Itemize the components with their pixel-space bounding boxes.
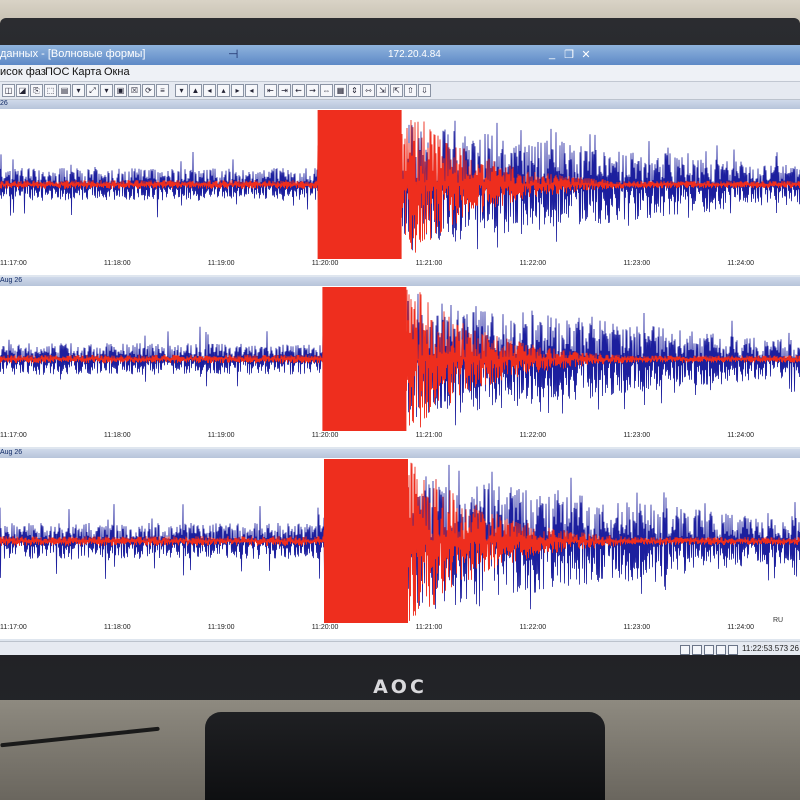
waveform-panel[interactable]: Aug 26 11:17:00 11:18:00 11:19:00 11:20:00 11… bbox=[0, 449, 800, 639]
time-tick-label: 11:22:00 bbox=[519, 432, 547, 439]
seismogram-trace[interactable] bbox=[0, 287, 800, 431]
toolbar-fit-start-button[interactable]: ⇤ bbox=[264, 84, 277, 97]
toolbar-left-button[interactable]: ◂ bbox=[203, 84, 216, 97]
tray-volume-icon[interactable] bbox=[692, 645, 702, 655]
time-tick-label: 11:22:00 bbox=[519, 260, 547, 267]
waveform-panel[interactable]: 26 11:17:00 11:18:00 11:19:00 11:20:00 11:21:… bbox=[0, 100, 800, 275]
toolbar-cursor-button[interactable]: ⇲ bbox=[376, 84, 389, 97]
time-tick-label: 11:17:00 bbox=[0, 624, 27, 631]
time-tick-label: 11:17:00 bbox=[0, 432, 27, 439]
panel-header[interactable]: Aug 26 bbox=[0, 277, 800, 286]
toolbar-delete-button[interactable]: ☒ bbox=[128, 84, 141, 97]
toolbar-shift-right-button[interactable]: ⇝ bbox=[306, 84, 319, 97]
saturated-arrival-block bbox=[322, 287, 407, 431]
time-tick-label: 11:18:00 bbox=[103, 624, 131, 631]
time-tick-label: 11:17:00 bbox=[0, 260, 27, 267]
toolbar-dropdown-button[interactable]: ▾ bbox=[72, 84, 85, 97]
restore-button[interactable]: ❐ bbox=[562, 48, 576, 61]
window-titlebar[interactable]: данных - [Волновые формы] ⊣ 172.20.4.84 … bbox=[0, 45, 800, 65]
remote-host-label: 172.20.4.84 bbox=[388, 49, 441, 60]
toolbar-frame-button[interactable]: ▣ bbox=[114, 84, 127, 97]
saturated-arrival-block bbox=[317, 110, 402, 259]
screen: данных - [Волновые формы] ⊣ 172.20.4.84 … bbox=[0, 45, 800, 655]
toolbar-raise-button[interactable]: ⇧ bbox=[404, 84, 417, 97]
time-axis: 11:17:00 11:18:00 11:19:00 11:20:00 11:21:00… bbox=[0, 260, 800, 274]
waveform-panel[interactable]: Aug 26 11:17:00 11:18:00 11:19:00 11:20:00 11… bbox=[0, 277, 800, 447]
toolbar-dropdown2-button[interactable]: ▾ bbox=[100, 84, 113, 97]
time-tick-label: 11:21:00 bbox=[415, 260, 443, 267]
menu-bar: исок фаз ПОС Карта Окна bbox=[0, 65, 800, 82]
time-tick-label: 11:24:00 bbox=[727, 432, 754, 439]
time-tick-label: 11:23:00 bbox=[623, 260, 651, 267]
pin-icon[interactable]: ⊣ bbox=[228, 47, 238, 61]
time-tick-label: 11:19:00 bbox=[207, 624, 235, 631]
toolbar-copy-button[interactable]: ⎘ bbox=[30, 84, 43, 97]
menu-pos[interactable]: ПОС bbox=[45, 66, 69, 78]
toolbar-up-button[interactable]: ▲ bbox=[189, 84, 202, 97]
time-tick-label: 11:23:00 bbox=[623, 624, 651, 631]
panel-channel-label: 26 bbox=[0, 100, 8, 107]
toolbar-lower-button[interactable]: ⇩ bbox=[418, 84, 431, 97]
panel-header[interactable]: Aug 26 bbox=[0, 449, 800, 458]
panel-header[interactable]: 26 bbox=[0, 100, 800, 109]
toolbar-print-button[interactable]: ◪ bbox=[16, 84, 29, 97]
toolbar-left-small-button[interactable]: ◂ bbox=[245, 84, 258, 97]
seismogram-trace[interactable] bbox=[0, 459, 800, 623]
toolbar-right-button[interactable]: ▸ bbox=[231, 84, 244, 97]
time-tick-label: 11:20:00 bbox=[311, 432, 339, 439]
toolbar-dropdown3-button[interactable]: ▾ bbox=[175, 84, 188, 97]
time-tick-label: 11:19:00 bbox=[207, 260, 235, 267]
time-tick-label: 11:19:00 bbox=[207, 432, 235, 439]
time-tick-label: 11:24:00 bbox=[727, 624, 754, 631]
toolbar-expand-button[interactable]: ⇔ bbox=[320, 84, 333, 97]
tray-network-icon[interactable] bbox=[680, 645, 690, 655]
time-tick-label: 11:22:00 bbox=[519, 624, 547, 631]
toolbar-select-button[interactable]: ⬚ bbox=[44, 84, 57, 97]
toolbar-list-button[interactable]: ≡ bbox=[156, 84, 169, 97]
minimize-button[interactable]: _ bbox=[545, 48, 559, 60]
toolbar: ◫ ◪ ⎘ ⬚ ▤ ▾ ⤢ ▾ ▣ ☒ ⟳ ≡ ▾ ▲ ◂ ▴ ▸ ◂ ⇤ ⇥ ⇜ ⇝ ⇔ ▦ ⇕ ⇿ ⇲ ⇱ ⇧ ⇩ bbox=[0, 82, 800, 100]
time-axis: 11:17:00 11:18:00 11:19:00 11:20:00 11:21:00… bbox=[0, 624, 800, 638]
status-bar: 11:22:53.573 26 bbox=[0, 641, 800, 655]
toolbar-grid-button[interactable]: ▦ bbox=[334, 84, 347, 97]
toolbar-stretch-button[interactable]: ⇕ bbox=[348, 84, 361, 97]
time-tick-label: 11:18:00 bbox=[103, 260, 131, 267]
tray-display-icon[interactable] bbox=[704, 645, 714, 655]
toolbar-zoom-button[interactable]: ⤢ bbox=[86, 84, 99, 97]
tray-flag-icon[interactable] bbox=[716, 645, 726, 655]
language-indicator[interactable]: RU bbox=[773, 617, 783, 624]
panel-channel-label: Aug 26 bbox=[0, 449, 23, 456]
time-axis: 11:17:00 11:18:00 11:19:00 11:20:00 11:21:00… bbox=[0, 432, 800, 446]
time-tick-label: 11:21:00 bbox=[415, 432, 443, 439]
seismogram-trace[interactable] bbox=[0, 110, 800, 259]
menu-windows[interactable]: Окна bbox=[104, 66, 130, 78]
menu-phase-list[interactable]: исок фаз bbox=[0, 66, 46, 78]
toolbar-fit-end-button[interactable]: ⇥ bbox=[278, 84, 291, 97]
status-date: 26 bbox=[790, 644, 799, 653]
tray-globe-icon[interactable] bbox=[728, 645, 738, 655]
toolbar-refresh-button[interactable]: ⟳ bbox=[142, 84, 155, 97]
toolbar-filter-button[interactable]: ▤ bbox=[58, 84, 71, 97]
panel-channel-label: Aug 26 bbox=[0, 277, 23, 284]
toolbar-up-small-button[interactable]: ▴ bbox=[217, 84, 230, 97]
window-title: данных - [Волновые формы] bbox=[0, 48, 146, 60]
close-button[interactable]: ✕ bbox=[579, 48, 593, 61]
time-tick-label: 11:18:00 bbox=[103, 432, 131, 439]
status-clock: 11:22:53.573 bbox=[742, 644, 789, 653]
time-tick-label: 11:20:00 bbox=[311, 260, 339, 267]
time-tick-label: 11:20:00 bbox=[311, 624, 339, 631]
time-tick-label: 11:21:00 bbox=[415, 624, 443, 631]
monitor-brand-logo: AOC bbox=[373, 676, 427, 698]
toolbar-link-button[interactable]: ⇿ bbox=[362, 84, 375, 97]
time-tick-label: 11:24:00 bbox=[727, 260, 754, 267]
toolbar-shift-left-button[interactable]: ⇜ bbox=[292, 84, 305, 97]
toolbar-save-button[interactable]: ◫ bbox=[2, 84, 15, 97]
toolbar-pick-button[interactable]: ⇱ bbox=[390, 84, 403, 97]
saturated-arrival-block bbox=[324, 459, 408, 623]
time-tick-label: 11:23:00 bbox=[623, 432, 651, 439]
monitor-stand bbox=[205, 712, 605, 800]
menu-map[interactable]: Карта bbox=[72, 66, 101, 78]
